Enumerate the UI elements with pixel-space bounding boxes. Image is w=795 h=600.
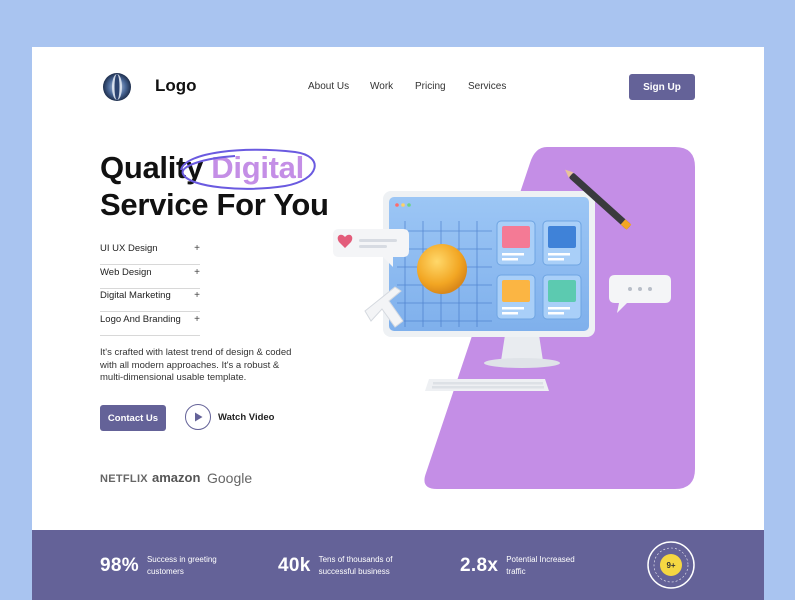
service-item-label: UI UX Design xyxy=(100,243,158,254)
watch-video-button[interactable]: Watch Video xyxy=(185,404,274,430)
hero-description: It's crafted with latest trend of design… xyxy=(100,347,292,383)
stats-bar: 98% Success in greeting customers 40k Te… xyxy=(32,530,764,600)
service-item-digital-marketing[interactable]: Digital Marketing + xyxy=(100,289,200,312)
badge-text: 9+ xyxy=(666,561,675,570)
service-item-label: Digital Marketing xyxy=(100,290,171,301)
stat-success: 98% Success in greeting customers xyxy=(100,554,237,578)
play-icon[interactable] xyxy=(185,404,211,430)
experience-badge: 9+ xyxy=(647,541,695,589)
plus-icon[interactable]: + xyxy=(194,266,200,279)
nav-item-services[interactable]: Services xyxy=(468,81,506,92)
stat-traffic: 2.8x Potential Increased traffic xyxy=(460,554,581,578)
plus-icon[interactable]: + xyxy=(194,289,200,302)
service-item-uiux[interactable]: UI UX Design + xyxy=(100,242,200,265)
stat-businesses: 40k Tens of thousands of successful busi… xyxy=(278,554,404,578)
signup-button[interactable]: Sign Up xyxy=(629,74,695,100)
contact-us-button[interactable]: Contact Us xyxy=(100,405,166,431)
stat-value: 98% xyxy=(100,555,139,576)
service-item-logo-branding[interactable]: Logo And Branding + xyxy=(100,313,200,336)
stat-label: Potential Increased traffic xyxy=(506,555,575,576)
netflix-logo: NETFLIX xyxy=(100,473,148,485)
hero-illustration xyxy=(333,147,695,489)
landing-page: Logo About Us Work Pricing Services Sign… xyxy=(32,47,764,600)
amazon-logo: amazon xyxy=(152,470,201,485)
plus-icon[interactable]: + xyxy=(194,242,200,255)
watch-video-label: Watch Video xyxy=(218,411,275,423)
plus-icon[interactable]: + xyxy=(194,313,200,326)
service-item-web-design[interactable]: Web Design + xyxy=(100,266,200,289)
stat-value: 40k xyxy=(278,555,311,576)
service-item-label: Logo And Branding xyxy=(100,313,181,325)
logo-icon[interactable] xyxy=(102,72,132,102)
google-logo: Google xyxy=(207,470,253,486)
stat-value: 2.8x xyxy=(460,555,499,576)
stat-label: Success in greeting customers xyxy=(146,555,217,576)
nav-item-work[interactable]: Work xyxy=(370,81,393,92)
nav-item-pricing[interactable]: Pricing xyxy=(415,81,446,92)
logo-text[interactable]: Logo xyxy=(155,76,197,96)
service-list: UI UX Design + Web Design + Digital Mark… xyxy=(100,242,200,336)
scribble-circle-decoration xyxy=(180,148,316,190)
stat-label: Tens of thousands of successful business xyxy=(318,555,393,576)
service-item-label: Web Design xyxy=(100,266,152,278)
nav-item-about[interactable]: About Us xyxy=(308,81,349,92)
hero-title-line2: Service For You xyxy=(100,187,329,222)
